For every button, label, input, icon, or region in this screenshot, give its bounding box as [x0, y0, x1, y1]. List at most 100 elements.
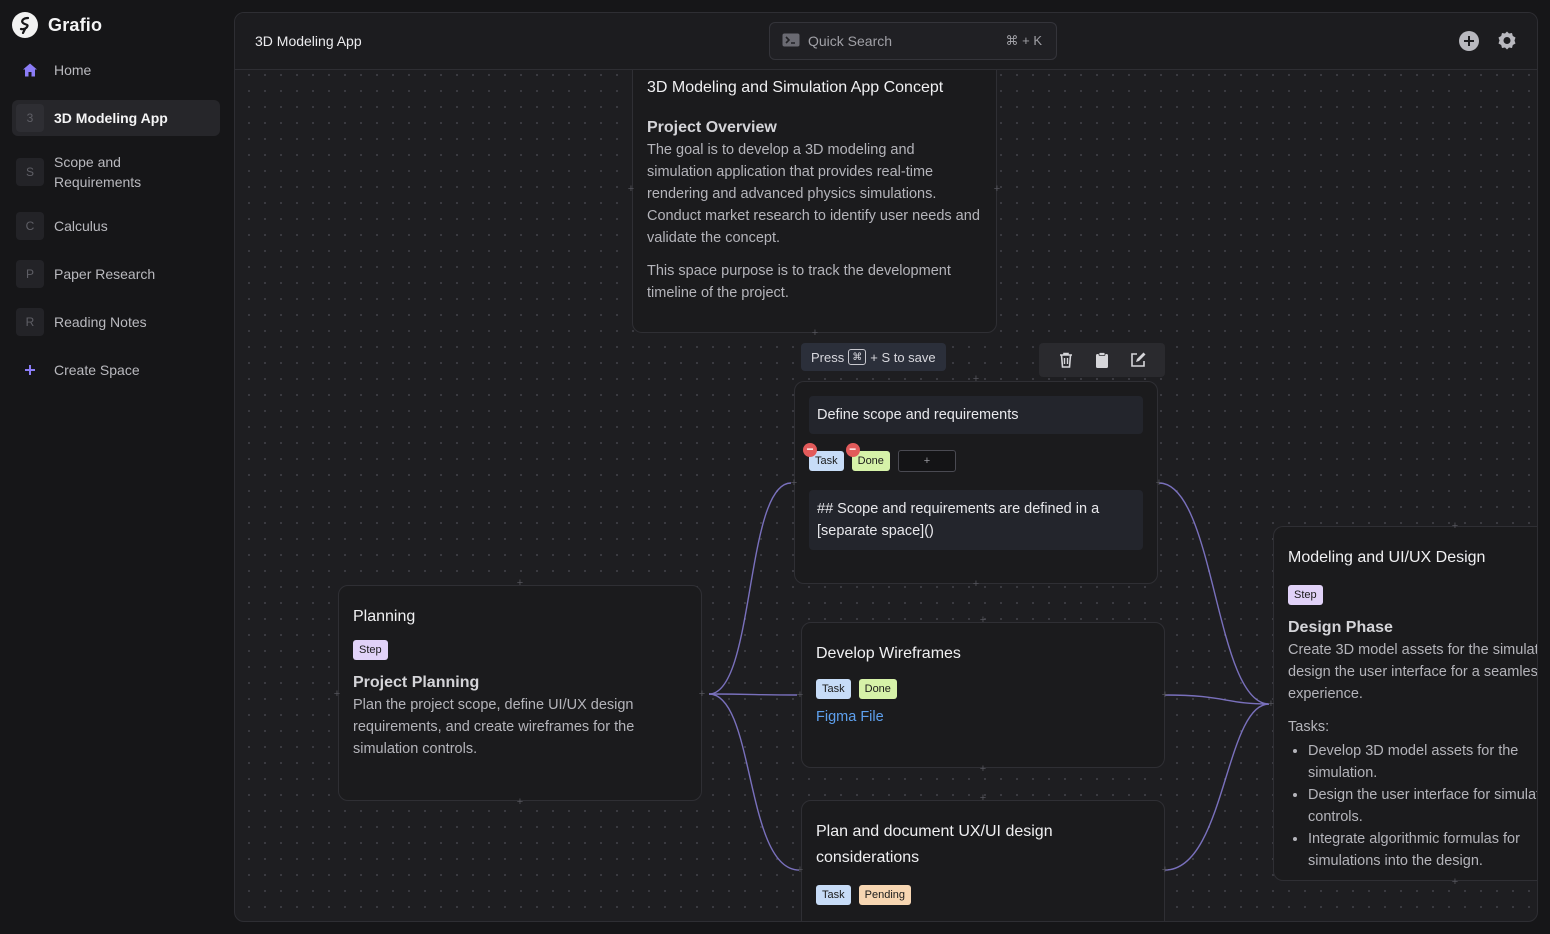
- brand[interactable]: Grafio: [12, 12, 102, 38]
- tag-step: Step: [353, 640, 388, 660]
- edit-icon[interactable]: [1129, 351, 1147, 369]
- connect-handle[interactable]: +: [1161, 865, 1169, 876]
- connect-handle[interactable]: +: [972, 579, 980, 590]
- connect-handle[interactable]: +: [1451, 877, 1459, 888]
- add-circle-icon[interactable]: [1458, 30, 1480, 52]
- quick-search-button[interactable]: Quick Search ⌘ + K: [769, 22, 1057, 60]
- sidebar-item-calculus[interactable]: C Calculus: [12, 212, 220, 240]
- tag-task[interactable]: Task −: [803, 443, 844, 471]
- connect-handle[interactable]: +: [979, 793, 987, 804]
- connect-handle[interactable]: +: [790, 478, 798, 489]
- command-key: ⌘: [848, 349, 867, 365]
- tag-task: Task: [816, 679, 851, 699]
- connect-handle[interactable]: +: [516, 578, 524, 589]
- sidebar-item-label: Calculus: [54, 218, 108, 234]
- sidebar: Grafio Home 3 3D Modeling App S Scope an…: [0, 0, 232, 934]
- connect-handle[interactable]: +: [1267, 699, 1275, 710]
- card-title: Plan and document UX/UI design considera…: [816, 823, 1053, 866]
- list-item: Develop 3D model assets for the simulati…: [1308, 740, 1537, 784]
- card-body: Plan the project scope, define UI/UX des…: [353, 697, 635, 757]
- tag-pending: Pending: [858, 885, 911, 905]
- remove-tag-icon[interactable]: −: [845, 443, 860, 457]
- space-badge: 3: [16, 104, 44, 132]
- card-body-input[interactable]: ## Scope and requirements are defined in…: [809, 490, 1143, 550]
- sidebar-item-label: 3D Modeling App: [54, 110, 168, 126]
- card-heading: Design Phase: [1288, 619, 1393, 636]
- card-title-input[interactable]: Define scope and requirements: [809, 396, 1143, 434]
- create-space-label: Create Space: [54, 362, 140, 378]
- sidebar-item-label: Home: [54, 62, 92, 78]
- clipboard-icon[interactable]: [1093, 351, 1111, 369]
- tag-task: Task: [816, 885, 851, 905]
- sidebar-item-home[interactable]: Home: [12, 56, 220, 84]
- sidebar-item-label: Reading Notes: [54, 314, 147, 330]
- connect-handle[interactable]: +: [698, 689, 706, 700]
- tag-done: Done: [858, 679, 897, 699]
- search-label: Quick Search: [808, 33, 893, 49]
- sidebar-item-label: Scope and Requirements: [54, 154, 142, 190]
- wireframes-card[interactable]: Develop Wireframes Task Done Figma File: [801, 622, 1165, 768]
- remove-tag-icon[interactable]: −: [803, 443, 817, 457]
- connect-handle[interactable]: +: [1155, 478, 1163, 489]
- sidebar-item-scope-and-requirements[interactable]: S Scope and Requirements: [12, 150, 220, 194]
- card-heading: Project Planning: [353, 674, 480, 691]
- planning-card[interactable]: Planning Step Project Planning Plan the …: [338, 585, 702, 801]
- space-badge: C: [16, 212, 44, 240]
- connect-handle[interactable]: +: [811, 328, 819, 339]
- connect-handle[interactable]: +: [627, 184, 635, 195]
- card-title: Modeling and UI/UX Design: [1288, 549, 1486, 566]
- card-title: Develop Wireframes: [816, 645, 961, 662]
- sidebar-item-label: Paper Research: [54, 266, 156, 282]
- define-scope-card[interactable]: Define scope and requirements Task − Don…: [794, 381, 1158, 584]
- design-phase-card[interactable]: Modeling and UI/UX Design Step Design Ph…: [1273, 526, 1537, 881]
- save-hint-suffix: + S to save: [870, 349, 936, 365]
- connect-handle[interactable]: +: [993, 184, 1001, 195]
- top-bar: 3D Modeling App Quick Search ⌘ + K: [235, 13, 1537, 70]
- home-icon: [16, 56, 44, 84]
- ux-ui-considerations-card[interactable]: Plan and document UX/UI design considera…: [801, 800, 1165, 921]
- card-title: 3D Modeling and Simulation App Concept: [647, 79, 944, 96]
- tag-step: Step: [1288, 585, 1323, 605]
- add-tag-button[interactable]: +: [897, 450, 956, 472]
- grafio-logo-icon: [12, 12, 38, 38]
- trash-icon[interactable]: [1057, 351, 1075, 369]
- sidebar-item-paper-research[interactable]: P Paper Research: [12, 260, 220, 288]
- sidebar-item-reading-notes[interactable]: R Reading Notes: [12, 308, 220, 336]
- connect-handle[interactable]: +: [1451, 521, 1459, 532]
- sidebar-item-3d-modeling-app[interactable]: 3 3D Modeling App: [12, 100, 220, 136]
- page-title: 3D Modeling App: [255, 33, 362, 49]
- card-heading: Project Overview: [647, 119, 777, 136]
- card-body-secondary: This space purpose is to track the devel…: [647, 263, 951, 301]
- list-item: Design the user interface for simulation…: [1308, 784, 1537, 828]
- tag-done[interactable]: Done −: [845, 443, 890, 471]
- save-hint: Press ⌘ + S to save: [801, 343, 946, 371]
- figma-file-link[interactable]: Figma File: [816, 709, 884, 725]
- task-list: Develop 3D model assets for the simulati…: [1288, 740, 1537, 872]
- card-body: The goal is to develop a 3D modeling and…: [647, 142, 980, 246]
- gear-icon[interactable]: [1496, 30, 1518, 52]
- card-toolbar: [1039, 343, 1165, 377]
- space-badge: R: [16, 308, 44, 336]
- main-panel: 3D Modeling App Quick Search ⌘ + K 3D Mo…: [234, 12, 1538, 922]
- space-badge: S: [16, 158, 44, 186]
- brand-name: Grafio: [48, 14, 103, 35]
- connect-handle[interactable]: +: [972, 374, 980, 385]
- plus-icon: [16, 356, 44, 384]
- terminal-icon: [782, 33, 802, 49]
- create-space-button[interactable]: Create Space: [12, 356, 220, 384]
- list-item: Integrate algorithmic formulas for simul…: [1308, 828, 1537, 872]
- connect-handle[interactable]: +: [979, 764, 987, 775]
- board-canvas[interactable]: 3D Modeling and Simulation App Concept P…: [235, 50, 1537, 921]
- card-title: Planning: [353, 608, 416, 625]
- connect-handle[interactable]: +: [796, 690, 804, 701]
- connect-handle[interactable]: +: [1161, 690, 1169, 701]
- search-shortcut: ⌘ + K: [1005, 33, 1043, 48]
- space-badge: P: [16, 260, 44, 288]
- connect-handle[interactable]: +: [516, 797, 524, 808]
- connect-handle[interactable]: +: [796, 865, 804, 876]
- tasks-label: Tasks:: [1288, 719, 1330, 735]
- connect-handle[interactable]: +: [333, 689, 341, 700]
- overview-card[interactable]: 3D Modeling and Simulation App Concept P…: [632, 50, 997, 333]
- connect-handle[interactable]: +: [979, 615, 987, 626]
- save-hint-prefix: Press: [811, 349, 845, 365]
